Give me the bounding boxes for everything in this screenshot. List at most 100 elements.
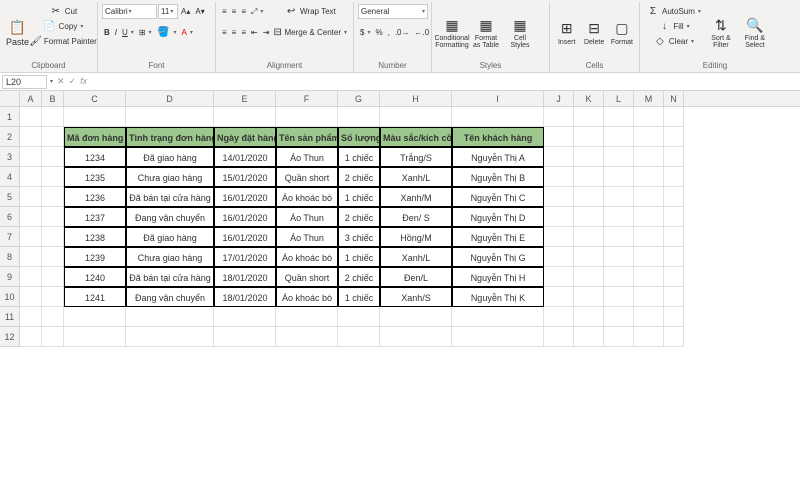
currency-button[interactable]: $▾ [358,25,372,40]
cell[interactable] [544,167,574,187]
cell[interactable] [126,307,214,327]
cell[interactable]: Áo khoác bò [276,187,338,207]
cell[interactable] [664,287,684,307]
cell[interactable]: 1234 [64,147,126,167]
cell[interactable]: 16/01/2020 [214,207,276,227]
cell[interactable] [20,267,42,287]
cell[interactable] [574,327,604,347]
cell[interactable] [604,127,634,147]
cell[interactable]: Đang vận chuyển [126,287,214,307]
cell[interactable] [214,327,276,347]
cell[interactable]: 14/01/2020 [214,147,276,167]
cell[interactable]: Tình trạng đơn hàng [126,127,214,147]
cell[interactable]: 1235 [64,167,126,187]
cell[interactable] [664,247,684,267]
col-header-B[interactable]: B [42,91,64,106]
cell[interactable] [664,187,684,207]
cell[interactable]: Đã bán tại cửa hàng [126,267,214,287]
cell[interactable]: Áo Thun [276,207,338,227]
cell[interactable]: 2 chiếc [338,167,380,187]
cell[interactable]: 1239 [64,247,126,267]
cell[interactable] [634,267,664,287]
cell[interactable]: 1237 [64,207,126,227]
cell[interactable] [126,327,214,347]
cell[interactable]: Mã đơn hàng [64,127,126,147]
cell[interactable]: Áo khoác bò [276,247,338,267]
cell[interactable] [42,327,64,347]
col-header-K[interactable]: K [574,91,604,106]
cell[interactable] [604,287,634,307]
cell[interactable]: Đã giao hàng [126,147,214,167]
col-header-E[interactable]: E [214,91,276,106]
cell[interactable]: 1 chiếc [338,187,380,207]
align-right-button[interactable]: ≡ [239,25,248,40]
cell[interactable] [574,227,604,247]
cell[interactable]: Áo Thun [276,147,338,167]
cell[interactable]: 1241 [64,287,126,307]
cell[interactable] [574,107,604,127]
cell[interactable]: 1236 [64,187,126,207]
format-painter-button[interactable]: 🖌Format Painter [33,34,93,49]
worksheet-grid[interactable]: ABCDEFGHIJKLMN 12Mã đơn hàngTình trạng đ… [0,91,800,347]
cell[interactable] [20,127,42,147]
cell[interactable]: Xanh/M [380,187,452,207]
row-header[interactable]: 4 [0,167,20,187]
decrease-font-button[interactable]: A▾ [193,4,206,19]
cell[interactable]: Ngày đặt hàng [214,127,276,147]
align-top-button[interactable]: ≡ [220,4,229,19]
col-header-N[interactable]: N [664,91,684,106]
col-header-D[interactable]: D [126,91,214,106]
cell[interactable] [634,207,664,227]
row-header[interactable]: 6 [0,207,20,227]
enter-formula-icon[interactable]: ✓ [69,76,77,87]
cell[interactable]: 18/01/2020 [214,267,276,287]
cell[interactable] [20,227,42,247]
cell[interactable] [20,167,42,187]
fx-icon[interactable]: fx [80,76,87,87]
cell[interactable]: 1 chiếc [338,287,380,307]
cell[interactable] [544,227,574,247]
cell[interactable] [604,187,634,207]
clear-button[interactable]: ◇Clear▾ [644,34,703,49]
cell[interactable] [634,127,664,147]
cell[interactable]: Nguyễn Thị D [452,207,544,227]
cell[interactable] [574,167,604,187]
cell[interactable] [20,107,42,127]
cell[interactable] [452,327,544,347]
col-header-F[interactable]: F [276,91,338,106]
cell[interactable]: Nguyễn Thị G [452,247,544,267]
paste-button[interactable]: 📋 Paste [4,4,31,60]
cell[interactable] [380,327,452,347]
cell[interactable] [214,107,276,127]
cell[interactable] [604,247,634,267]
cell[interactable] [634,107,664,127]
percent-button[interactable]: % [373,25,384,40]
cell[interactable] [42,247,64,267]
cell[interactable]: Đen/ S [380,207,452,227]
cell[interactable]: Đã bán tại cửa hàng [126,187,214,207]
cell[interactable]: Áo khoác bò [276,287,338,307]
cell[interactable] [604,207,634,227]
cell[interactable] [20,327,42,347]
cell[interactable]: 17/01/2020 [214,247,276,267]
cell[interactable] [604,147,634,167]
cell[interactable] [574,127,604,147]
cell[interactable] [276,307,338,327]
row-header[interactable]: 12 [0,327,20,347]
cell[interactable] [544,327,574,347]
cell[interactable] [42,287,64,307]
fill-color-button[interactable]: 🪣▾ [155,25,179,40]
find-select-button[interactable]: 🔍Find & Select [739,4,771,60]
cell[interactable] [42,207,64,227]
cut-button[interactable]: ✂Cut [33,4,93,19]
cell[interactable] [20,287,42,307]
font-color-button[interactable]: A▾ [180,25,195,40]
cell[interactable]: Tên khách hàng [452,127,544,147]
align-middle-button[interactable]: ≡ [230,4,239,19]
sort-filter-button[interactable]: ⇅Sort & Filter [705,4,737,60]
cell[interactable] [664,127,684,147]
cell[interactable] [634,247,664,267]
autosum-button[interactable]: ΣAutoSum▾ [644,4,703,19]
cell[interactable]: Chưa giao hàng [126,167,214,187]
increase-decimal-button[interactable]: .0→ [393,25,412,40]
